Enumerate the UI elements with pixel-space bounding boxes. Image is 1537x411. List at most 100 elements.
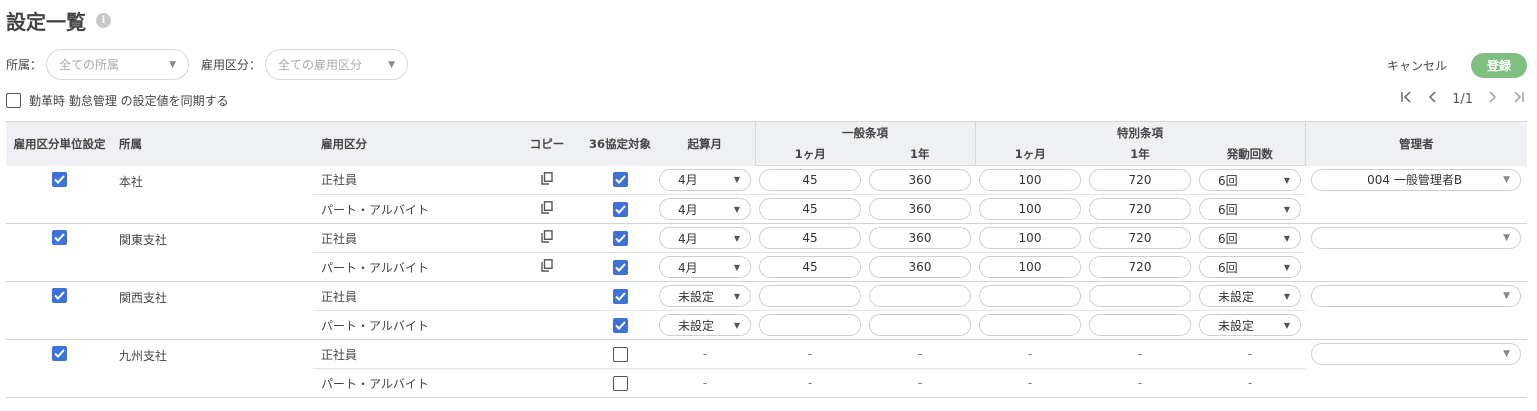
header-special-count: 発動回数 — [1195, 143, 1306, 166]
general-year-input[interactable]: 360 — [869, 227, 971, 249]
employment-type-name: パート・アルバイト — [321, 202, 429, 217]
agreement36-checkbox[interactable] — [612, 230, 628, 246]
affiliation-filter-select[interactable]: 全ての所属 ▼ — [46, 49, 190, 80]
general-month-cell: - — [755, 339, 865, 369]
info-icon[interactable]: i — [96, 13, 111, 28]
special-month-input[interactable]: 100 — [979, 169, 1081, 191]
special-count-select[interactable]: 6回 ▼ — [1199, 256, 1302, 278]
special-month-input[interactable] — [979, 285, 1081, 307]
general-month-input[interactable] — [759, 314, 861, 336]
manager-value: 004 一般管理者B — [1367, 173, 1463, 187]
unit-setting-checkbox[interactable] — [52, 346, 67, 361]
general-month-input[interactable]: 45 — [759, 227, 861, 249]
special-year-input[interactable]: 720 — [1089, 256, 1191, 278]
start-month-select[interactable]: 4月 ▼ — [659, 227, 751, 249]
affiliation-name: 九州支社 — [119, 349, 168, 363]
general-month-cell: - — [755, 368, 865, 398]
agreement-cell — [585, 194, 655, 224]
chevron-down-icon: ▼ — [733, 175, 740, 185]
register-button[interactable]: 登録 — [1471, 53, 1527, 78]
agreement-cell — [585, 165, 655, 195]
copy-icon[interactable] — [541, 230, 553, 246]
special-year-input-value: 720 — [1128, 260, 1152, 274]
general-year-input[interactable]: 360 — [869, 256, 971, 278]
unit-setting-checkbox[interactable] — [52, 288, 67, 303]
special-count-cell: 6回 ▼ — [1195, 223, 1306, 253]
special-month-input[interactable]: 100 — [979, 227, 1081, 249]
first-page-icon[interactable] — [1400, 91, 1414, 107]
agreement36-checkbox[interactable] — [612, 375, 628, 391]
special-year-input[interactable] — [1089, 314, 1191, 336]
start-month-select[interactable]: 4月 ▼ — [659, 168, 751, 191]
unit-setting-checkbox[interactable] — [52, 171, 67, 187]
special-count-select[interactable]: 6回 ▼ — [1199, 169, 1302, 191]
general-year-dash: - — [917, 347, 923, 361]
manager-select[interactable]: ▼ — [1311, 285, 1522, 307]
general-month-input[interactable]: 45 — [759, 169, 861, 191]
special-count-select[interactable]: 6回 ▼ — [1199, 227, 1302, 249]
copy-cell — [509, 252, 585, 282]
special-count-select[interactable]: 未設定 ▼ — [1199, 314, 1302, 336]
employment-filter-select[interactable]: 全ての雇用区分 ▼ — [265, 49, 409, 80]
agreement36-checkbox[interactable] — [612, 172, 628, 188]
special-count-select[interactable]: 未設定 ▼ — [1199, 285, 1302, 307]
agreement36-checkbox[interactable] — [612, 201, 628, 217]
general-year-input[interactable] — [869, 314, 971, 336]
copy-icon[interactable] — [541, 201, 553, 217]
special-year-input[interactable] — [1089, 285, 1191, 307]
chevron-down-icon: ▼ — [733, 233, 740, 243]
general-month-input[interactable]: 45 — [759, 198, 861, 220]
general-month-input-value: 45 — [802, 202, 818, 216]
next-page-icon[interactable] — [1487, 91, 1497, 107]
general-year-input[interactable] — [869, 285, 971, 307]
manager-select[interactable]: ▼ — [1311, 227, 1522, 249]
agreement-cell — [585, 368, 655, 398]
header-copy: コピー — [509, 121, 585, 166]
special-month-input[interactable] — [979, 314, 1081, 336]
general-month-input[interactable] — [759, 285, 861, 307]
general-month-input[interactable]: 45 — [759, 256, 861, 278]
special-year-cell: 720 — [1085, 194, 1195, 224]
special-year-input[interactable]: 720 — [1089, 198, 1191, 220]
prev-page-icon[interactable] — [1428, 91, 1438, 107]
special-year-input[interactable]: 720 — [1089, 169, 1191, 191]
special-year-cell: 720 — [1085, 252, 1195, 282]
employment-type-cell: 正社員 — [313, 281, 509, 311]
sync-checkbox[interactable] — [6, 93, 21, 108]
special-month-input[interactable]: 100 — [979, 256, 1081, 278]
agreement36-checkbox[interactable] — [612, 259, 628, 275]
affiliation-name: 関西支社 — [119, 291, 168, 305]
affiliation-filter-value: 全ての所属 — [59, 58, 120, 72]
general-month-input-value: 45 — [802, 231, 818, 245]
copy-icon[interactable] — [541, 171, 553, 188]
cancel-button[interactable]: キャンセル — [1387, 57, 1447, 74]
special-year-cell — [1085, 281, 1195, 311]
agreement36-checkbox[interactable] — [612, 288, 628, 304]
start-month-select[interactable]: 未設定 ▼ — [659, 285, 751, 307]
general-year-input-value: 360 — [908, 231, 932, 245]
last-page-icon[interactable] — [1511, 91, 1525, 107]
pagination: 1/1 — [1400, 91, 1525, 107]
start-month-select-value: 未設定 — [678, 289, 715, 304]
special-count-select[interactable]: 6回 ▼ — [1199, 198, 1302, 220]
special-month-input[interactable]: 100 — [979, 198, 1081, 220]
general-year-cell: - — [865, 368, 975, 398]
agreement36-checkbox[interactable] — [612, 317, 628, 333]
general-year-input[interactable]: 360 — [869, 198, 971, 220]
general-year-input[interactable]: 360 — [869, 169, 971, 191]
employment-type-name: 正社員 — [321, 231, 358, 246]
start-month-select[interactable]: 4月 ▼ — [659, 256, 751, 278]
start-month-select-value: 4月 — [678, 260, 698, 275]
sync-option[interactable]: 勤革時 勤怠管理 の設定値を同期する — [6, 92, 229, 109]
unit-setting-checkbox[interactable] — [52, 230, 67, 245]
start-month-select[interactable]: 未設定 ▼ — [659, 314, 751, 336]
start-month-select[interactable]: 4月 ▼ — [659, 198, 751, 220]
special-count-select-value: 未設定 — [1218, 289, 1255, 304]
special-month-cell — [975, 281, 1085, 311]
copy-icon[interactable] — [541, 259, 553, 275]
manager-select[interactable]: ▼ — [1311, 343, 1522, 365]
agreement36-checkbox[interactable] — [612, 346, 628, 362]
manager-cell: ▼ — [1305, 223, 1528, 282]
manager-select[interactable]: 004 一般管理者B ▼ — [1311, 168, 1522, 191]
special-year-input[interactable]: 720 — [1089, 227, 1191, 249]
